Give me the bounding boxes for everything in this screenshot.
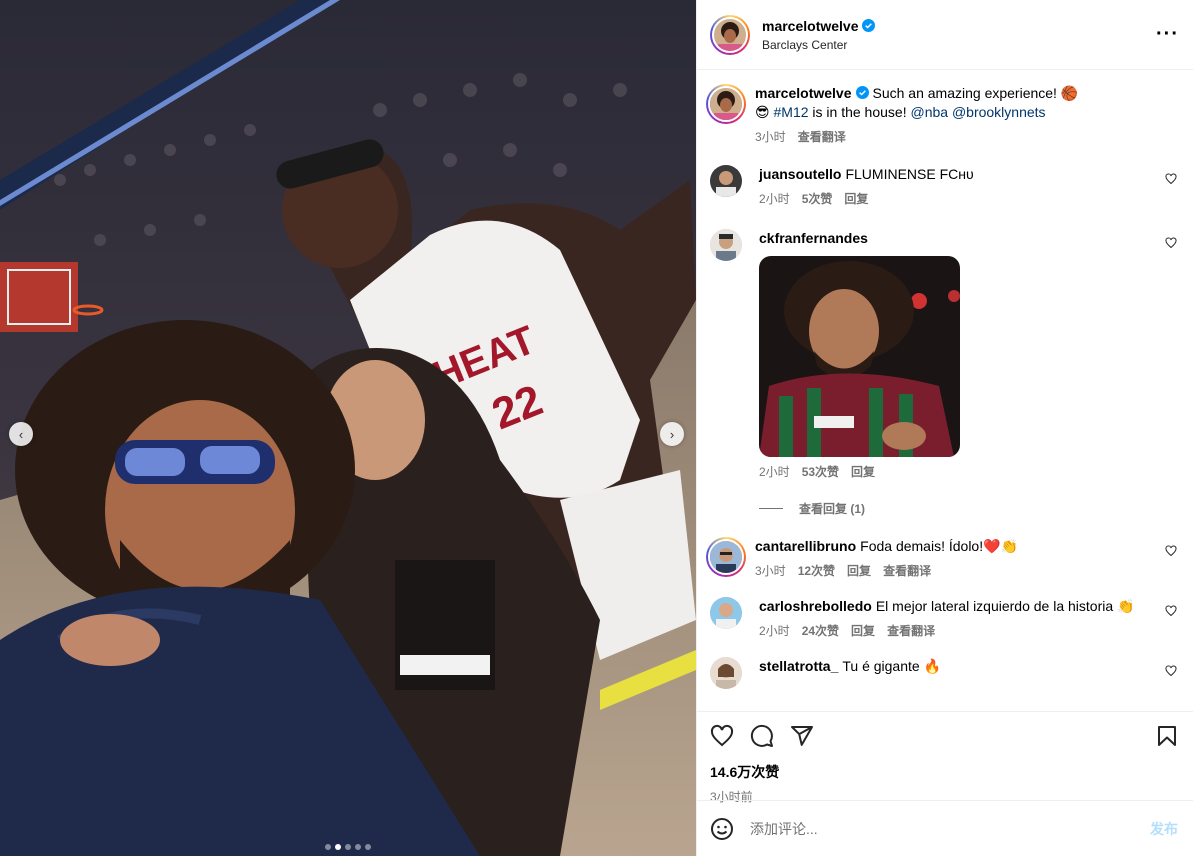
comment-time: 3小时: [755, 564, 786, 578]
reply-button[interactable]: 回复: [851, 622, 875, 639]
author-avatar[interactable]: [710, 14, 750, 55]
likes-count[interactable]: 14.6万次赞: [710, 762, 1179, 782]
comment-gif: [759, 256, 960, 457]
commenter-username[interactable]: juansoutello: [759, 166, 841, 182]
post-side-panel: marcelotwelve Barclays Center ··· marcel…: [696, 0, 1193, 856]
commenter-username[interactable]: cantarellibruno: [755, 538, 856, 554]
comment-time: 2小时: [759, 465, 790, 479]
comment-item: ckfranfernandes 2小时 53次赞 回复: [710, 229, 1177, 480]
replies-divider: [759, 508, 783, 509]
comment-like-heart-icon[interactable]: [1165, 545, 1177, 557]
post-photo: HEAT 22: [0, 0, 696, 856]
see-translation-button[interactable]: 查看翻译: [883, 562, 931, 579]
comment-likes[interactable]: 53次赞: [802, 463, 839, 480]
commenter-avatar[interactable]: [710, 657, 742, 689]
instagram-post-modal: HEAT 22 ‹ › marcelotwelve Barclays Cente…: [0, 0, 1193, 856]
comment-item: juansoutello FLUMINENSE FCʜᴜ 2小时 5次赞 回复: [710, 165, 1177, 207]
save-bookmark-icon[interactable]: [1155, 724, 1179, 748]
reply-button[interactable]: 回复: [844, 190, 868, 207]
comment-like-heart-icon[interactable]: [1165, 237, 1177, 249]
comment-likes[interactable]: 5次赞: [802, 190, 833, 207]
commenter-avatar[interactable]: [710, 597, 742, 629]
author-username[interactable]: marcelotwelve: [762, 18, 859, 34]
mention-link[interactable]: @nba: [910, 104, 948, 120]
view-replies-button[interactable]: 查看回复 (1): [759, 500, 1177, 517]
comment-time: 2小时: [759, 192, 790, 206]
share-icon[interactable]: [790, 724, 814, 748]
like-heart-icon[interactable]: [710, 724, 734, 748]
caption-time: 3小时: [755, 130, 786, 144]
comment-like-heart-icon[interactable]: [1165, 665, 1177, 677]
post-comment-button[interactable]: 发布: [1150, 819, 1178, 839]
carousel-dot-active: [335, 844, 341, 850]
caption-text: Such an amazing experience! 🏀: [872, 85, 1079, 101]
comment-text: Foda demais! Ídolo!❤️👏: [860, 538, 1018, 554]
comment-icon[interactable]: [750, 724, 774, 748]
carousel-dot: [365, 844, 371, 850]
comment-item: cantarellibruno Foda demais! Ídolo!❤️👏 3小…: [706, 537, 1177, 579]
view-replies-label: 查看回复 (1): [799, 502, 866, 516]
mention-link[interactable]: @brooklynnets: [952, 104, 1046, 120]
post-location[interactable]: Barclays Center: [762, 38, 1156, 52]
caption-username[interactable]: marcelotwelve: [755, 85, 852, 101]
reply-button[interactable]: 回复: [851, 463, 875, 480]
verified-badge-icon: [861, 18, 875, 32]
emoji-picker-icon[interactable]: [710, 817, 734, 841]
commenter-username[interactable]: stellatrotta_: [759, 658, 838, 674]
see-translation-button[interactable]: 查看翻译: [887, 622, 935, 639]
commenter-username[interactable]: carloshrebolledo: [759, 598, 872, 614]
caption-text-2: is in the house!: [808, 104, 911, 120]
caption-avatar[interactable]: [706, 84, 746, 124]
post-media[interactable]: HEAT 22 ‹ ›: [0, 0, 696, 856]
post-caption: marcelotwelve Such an amazing experience!…: [706, 84, 1177, 145]
reply-button[interactable]: 回复: [847, 562, 871, 579]
comment-likes[interactable]: 24次赞: [802, 622, 839, 639]
comment-text: FLUMINENSE FCʜᴜ: [845, 166, 974, 182]
carousel-dot: [325, 844, 331, 850]
caption-emoji: 😎: [755, 104, 770, 120]
post-header: marcelotwelve Barclays Center ···: [697, 0, 1193, 70]
carousel-dot: [345, 844, 351, 850]
comment-text: El mejor lateral izquierdo de la histori…: [875, 598, 1135, 614]
commenter-username[interactable]: ckfranfernandes: [759, 230, 868, 246]
add-comment-bar: 发布: [697, 800, 1193, 856]
comments-list[interactable]: marcelotwelve Such an amazing experience!…: [697, 70, 1193, 711]
comment-like-heart-icon[interactable]: [1165, 605, 1177, 617]
commenter-avatar[interactable]: [710, 165, 742, 197]
verified-badge-icon: [855, 86, 869, 99]
more-options-icon[interactable]: ···: [1156, 23, 1179, 46]
commenter-avatar[interactable]: [710, 229, 742, 261]
comment-likes[interactable]: 12次赞: [798, 562, 835, 579]
carousel-next-button[interactable]: ›: [660, 422, 684, 446]
comment-text: Tu é gigante 🔥: [842, 658, 941, 674]
see-translation-button[interactable]: 查看翻译: [798, 128, 846, 145]
hashtag-link[interactable]: #M12: [774, 104, 809, 120]
comment-item: carloshrebolledo El mejor lateral izquier…: [710, 597, 1177, 639]
comment-item: stellatrotta_ Tu é gigante 🔥: [710, 657, 1177, 689]
comment-like-heart-icon[interactable]: [1165, 173, 1177, 185]
comment-input[interactable]: [750, 820, 1150, 837]
carousel-indicator: [0, 844, 696, 850]
carousel-dot: [355, 844, 361, 850]
comment-time: 2小时: [759, 624, 790, 638]
carousel-prev-button[interactable]: ‹: [9, 422, 33, 446]
commenter-avatar[interactable]: [706, 537, 746, 577]
